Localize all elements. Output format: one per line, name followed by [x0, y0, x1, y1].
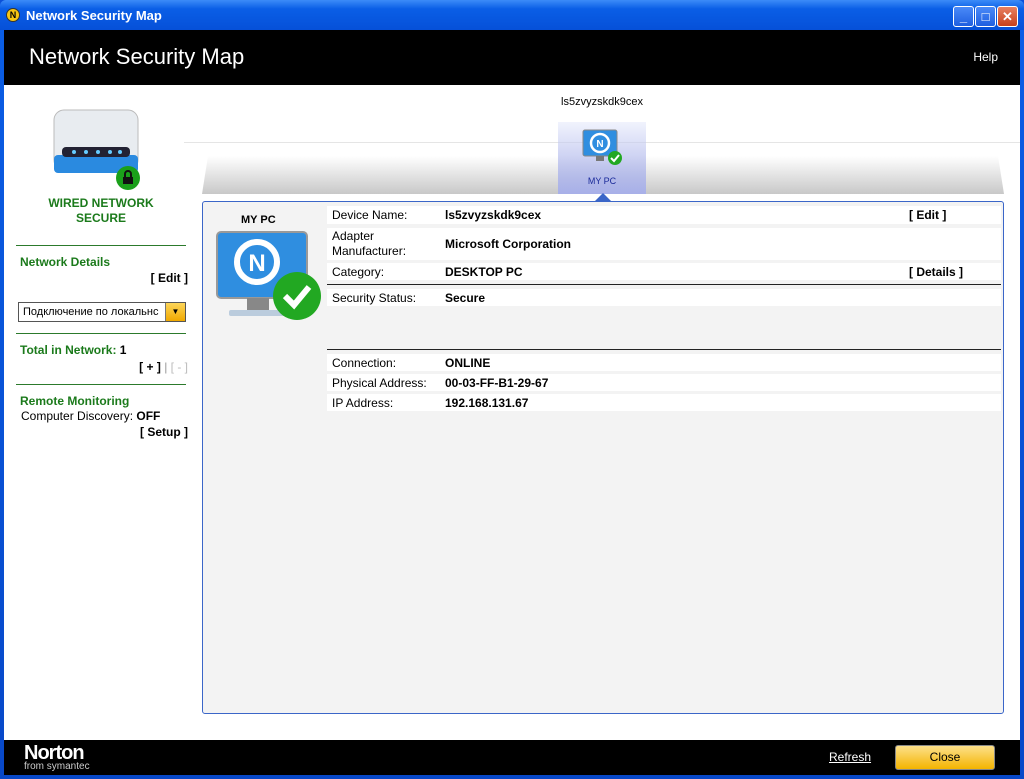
ip-address-label: IP Address:: [332, 396, 394, 410]
security-status-value: Secure: [445, 291, 486, 305]
connection-select[interactable]: Подключение по локальнс ▼: [18, 302, 186, 322]
wired-network-icon: [53, 109, 140, 190]
setup-link[interactable]: [ Setup ]: [140, 425, 188, 439]
client-area: Network Security Map Help WIRED NETWORK …: [4, 30, 1020, 775]
table-row: IP Address: 192.168.131.67: [327, 394, 1001, 411]
connection-value: ONLINE: [445, 356, 491, 370]
title-bar[interactable]: N Network Security Map _ □ ✕: [0, 0, 1024, 30]
divider: [16, 333, 186, 334]
divider: [16, 384, 186, 385]
selection-pointer: [595, 193, 611, 201]
device-name-value: ls5zvyzskdk9cex: [445, 208, 542, 222]
table-row: Category: DESKTOP PC [ Details ]: [327, 263, 1001, 280]
computer-secure-icon: N: [216, 231, 321, 320]
computer-icon: N: [582, 129, 622, 165]
close-button[interactable]: Close: [895, 745, 995, 770]
category-value: DESKTOP PC: [445, 265, 523, 279]
map-device-label: MY PC: [587, 176, 617, 186]
device-name-label: Device Name:: [332, 208, 408, 222]
total-in-network-label: Total in Network:: [20, 343, 117, 357]
network-edit-link[interactable]: [ Edit ]: [151, 271, 188, 285]
help-link[interactable]: Help: [973, 50, 998, 64]
adapter-manufacturer-value: Microsoft Corporation: [445, 237, 571, 251]
computer-discovery-value: OFF: [136, 409, 161, 423]
refresh-link[interactable]: Refresh: [829, 750, 871, 764]
chevron-down-icon[interactable]: ▼: [165, 303, 185, 321]
header: Network Security Map Help: [4, 30, 1020, 85]
norton-logo: Norton from symantec: [24, 742, 90, 772]
norton-app-icon: N: [6, 8, 20, 22]
table-row: Device Name: ls5zvyzskdk9cex [ Edit ]: [327, 206, 1001, 224]
add-device-link[interactable]: [ + ]: [139, 360, 161, 374]
table-row: Connection: ONLINE: [327, 354, 1001, 371]
ip-address-value: 192.168.131.67: [445, 396, 529, 410]
table-row: Adapter Manufacturer: Microsoft Corporat…: [327, 228, 1001, 260]
table-row: Physical Address: 00-03-FF-B1-29-67: [327, 374, 1001, 391]
brand-sub: from symantec: [24, 761, 90, 772]
svg-text:N: N: [248, 250, 265, 277]
window: N Network Security Map _ □ ✕ Network Sec…: [0, 0, 1024, 779]
divider: [327, 284, 1001, 285]
close-window-button[interactable]: ✕: [997, 6, 1018, 27]
connection-label: Connection:: [332, 356, 397, 370]
edit-device-name-link[interactable]: [ Edit ]: [909, 208, 946, 222]
page-title: Network Security Map: [29, 44, 245, 69]
remote-monitoring-heading: Remote Monitoring: [20, 394, 130, 408]
network-status-line2: SECURE: [75, 211, 126, 225]
network-details-heading: Network Details: [20, 255, 111, 269]
maximize-button[interactable]: □: [975, 6, 996, 27]
category-details-link[interactable]: [ Details ]: [909, 265, 963, 279]
table-row: Security Status: Secure: [327, 289, 1001, 306]
minimize-button[interactable]: _: [953, 6, 974, 27]
security-status-label: Security Status:: [332, 291, 417, 305]
map-device-my-pc[interactable]: N MY PC: [558, 122, 646, 194]
device-title: MY PC: [241, 214, 276, 226]
map-hostname: ls5zvyzskdk9cex: [561, 96, 643, 108]
physical-address-value: 00-03-FF-B1-29-67: [445, 376, 549, 390]
physical-address-label: Physical Address:: [332, 376, 427, 390]
window-title: Network Security Map: [26, 7, 162, 23]
total-in-network-value: 1: [119, 343, 127, 357]
connection-select-value: Подключение по локальнс: [23, 306, 159, 318]
device-details-panel: MY PC N Device Name: ls5zvyzskdk9cex [ E…: [202, 201, 1004, 714]
divider: [327, 349, 1001, 350]
svg-text:N: N: [596, 139, 603, 150]
footer: Norton from symantec Refresh Close: [4, 740, 1020, 775]
divider: [16, 245, 186, 246]
adapter-label-2: Manufacturer:: [332, 244, 407, 258]
remove-device-link[interactable]: [ - ]: [171, 360, 188, 374]
computer-discovery-label: Computer Discovery:: [21, 409, 134, 423]
network-status-line1: WIRED NETWORK: [48, 196, 154, 210]
link-divider: |: [164, 360, 168, 374]
category-label: Category:: [332, 265, 385, 279]
adapter-label-1: Adapter: [332, 229, 375, 243]
